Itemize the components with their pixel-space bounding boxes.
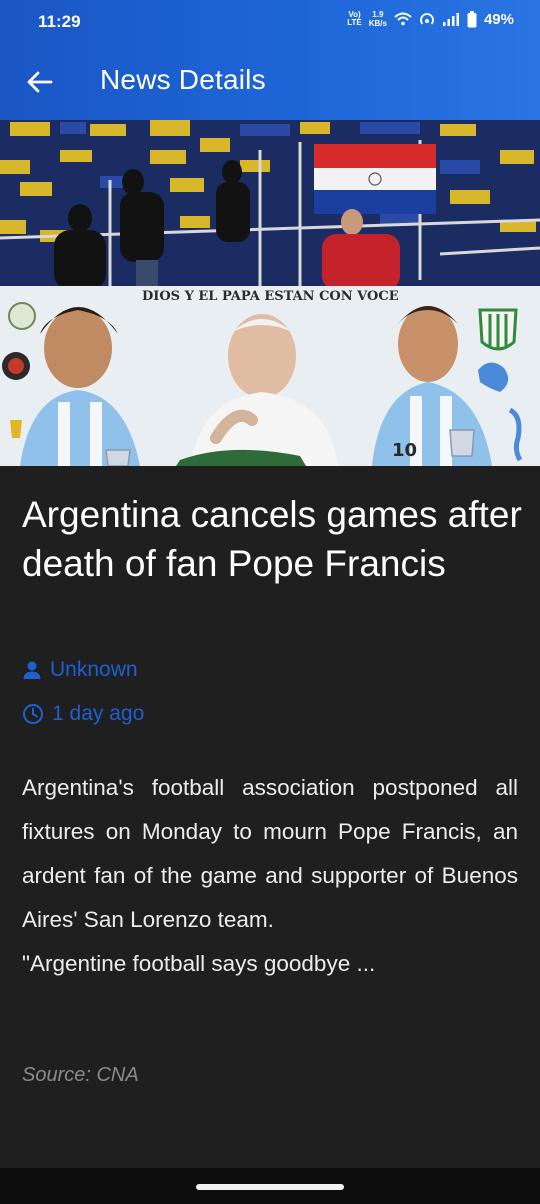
page-title: News Details	[100, 64, 266, 95]
net-speed-unit: KB/s	[368, 19, 387, 28]
net-speed: 1.9 KB/s	[369, 10, 387, 28]
status-time: 11:29	[38, 12, 81, 31]
jersey-number: 10	[392, 440, 417, 461]
article-author[interactable]: Unknown	[22, 658, 138, 682]
net-speed-value: 1.9	[372, 10, 384, 19]
published-time: 1 day ago	[52, 702, 145, 725]
wifi-icon	[394, 12, 412, 26]
article-published: 1 day ago	[22, 702, 144, 726]
back-button[interactable]	[24, 64, 56, 100]
battery-icon	[467, 10, 477, 27]
person-icon	[23, 661, 41, 679]
article-hero-image[interactable]: DIOS Y EL PAPA ESTAN CON VOCE 10	[0, 120, 540, 466]
volte-line2: LTE	[347, 18, 362, 27]
banner-text: DIOS Y EL PAPA ESTAN CON VOCE	[142, 289, 399, 304]
battery-level: 49%	[483, 10, 514, 28]
arrow-left-icon	[27, 71, 53, 93]
article-body: Argentina's football association postpon…	[22, 766, 518, 986]
signal-icon	[442, 13, 459, 26]
article-paragraph-2: "Argentine football says goodbye ...	[22, 951, 376, 976]
hotspot-icon	[420, 13, 434, 25]
article-paragraph-1: Argentina's football association postpon…	[22, 775, 518, 932]
status-icons: Vo) LTE 1.9 KB/s 49%	[347, 10, 514, 28]
clock-icon	[23, 704, 43, 724]
author-name: Unknown	[50, 658, 138, 681]
status-bar: 11:29 Vo) LTE 1.9 KB/s 49%	[0, 0, 540, 44]
article-source: Source: CNA	[22, 1064, 139, 1086]
hero-illustration: DIOS Y EL PAPA ESTAN CON VOCE 10	[0, 120, 540, 466]
volte-icon: Vo) LTE	[347, 11, 362, 27]
home-gesture-handle[interactable]	[196, 1184, 344, 1190]
article-title: Argentina cancels games after death of f…	[22, 494, 522, 584]
app-header: 11:29 Vo) LTE 1.9 KB/s 49% News Details	[0, 0, 540, 120]
